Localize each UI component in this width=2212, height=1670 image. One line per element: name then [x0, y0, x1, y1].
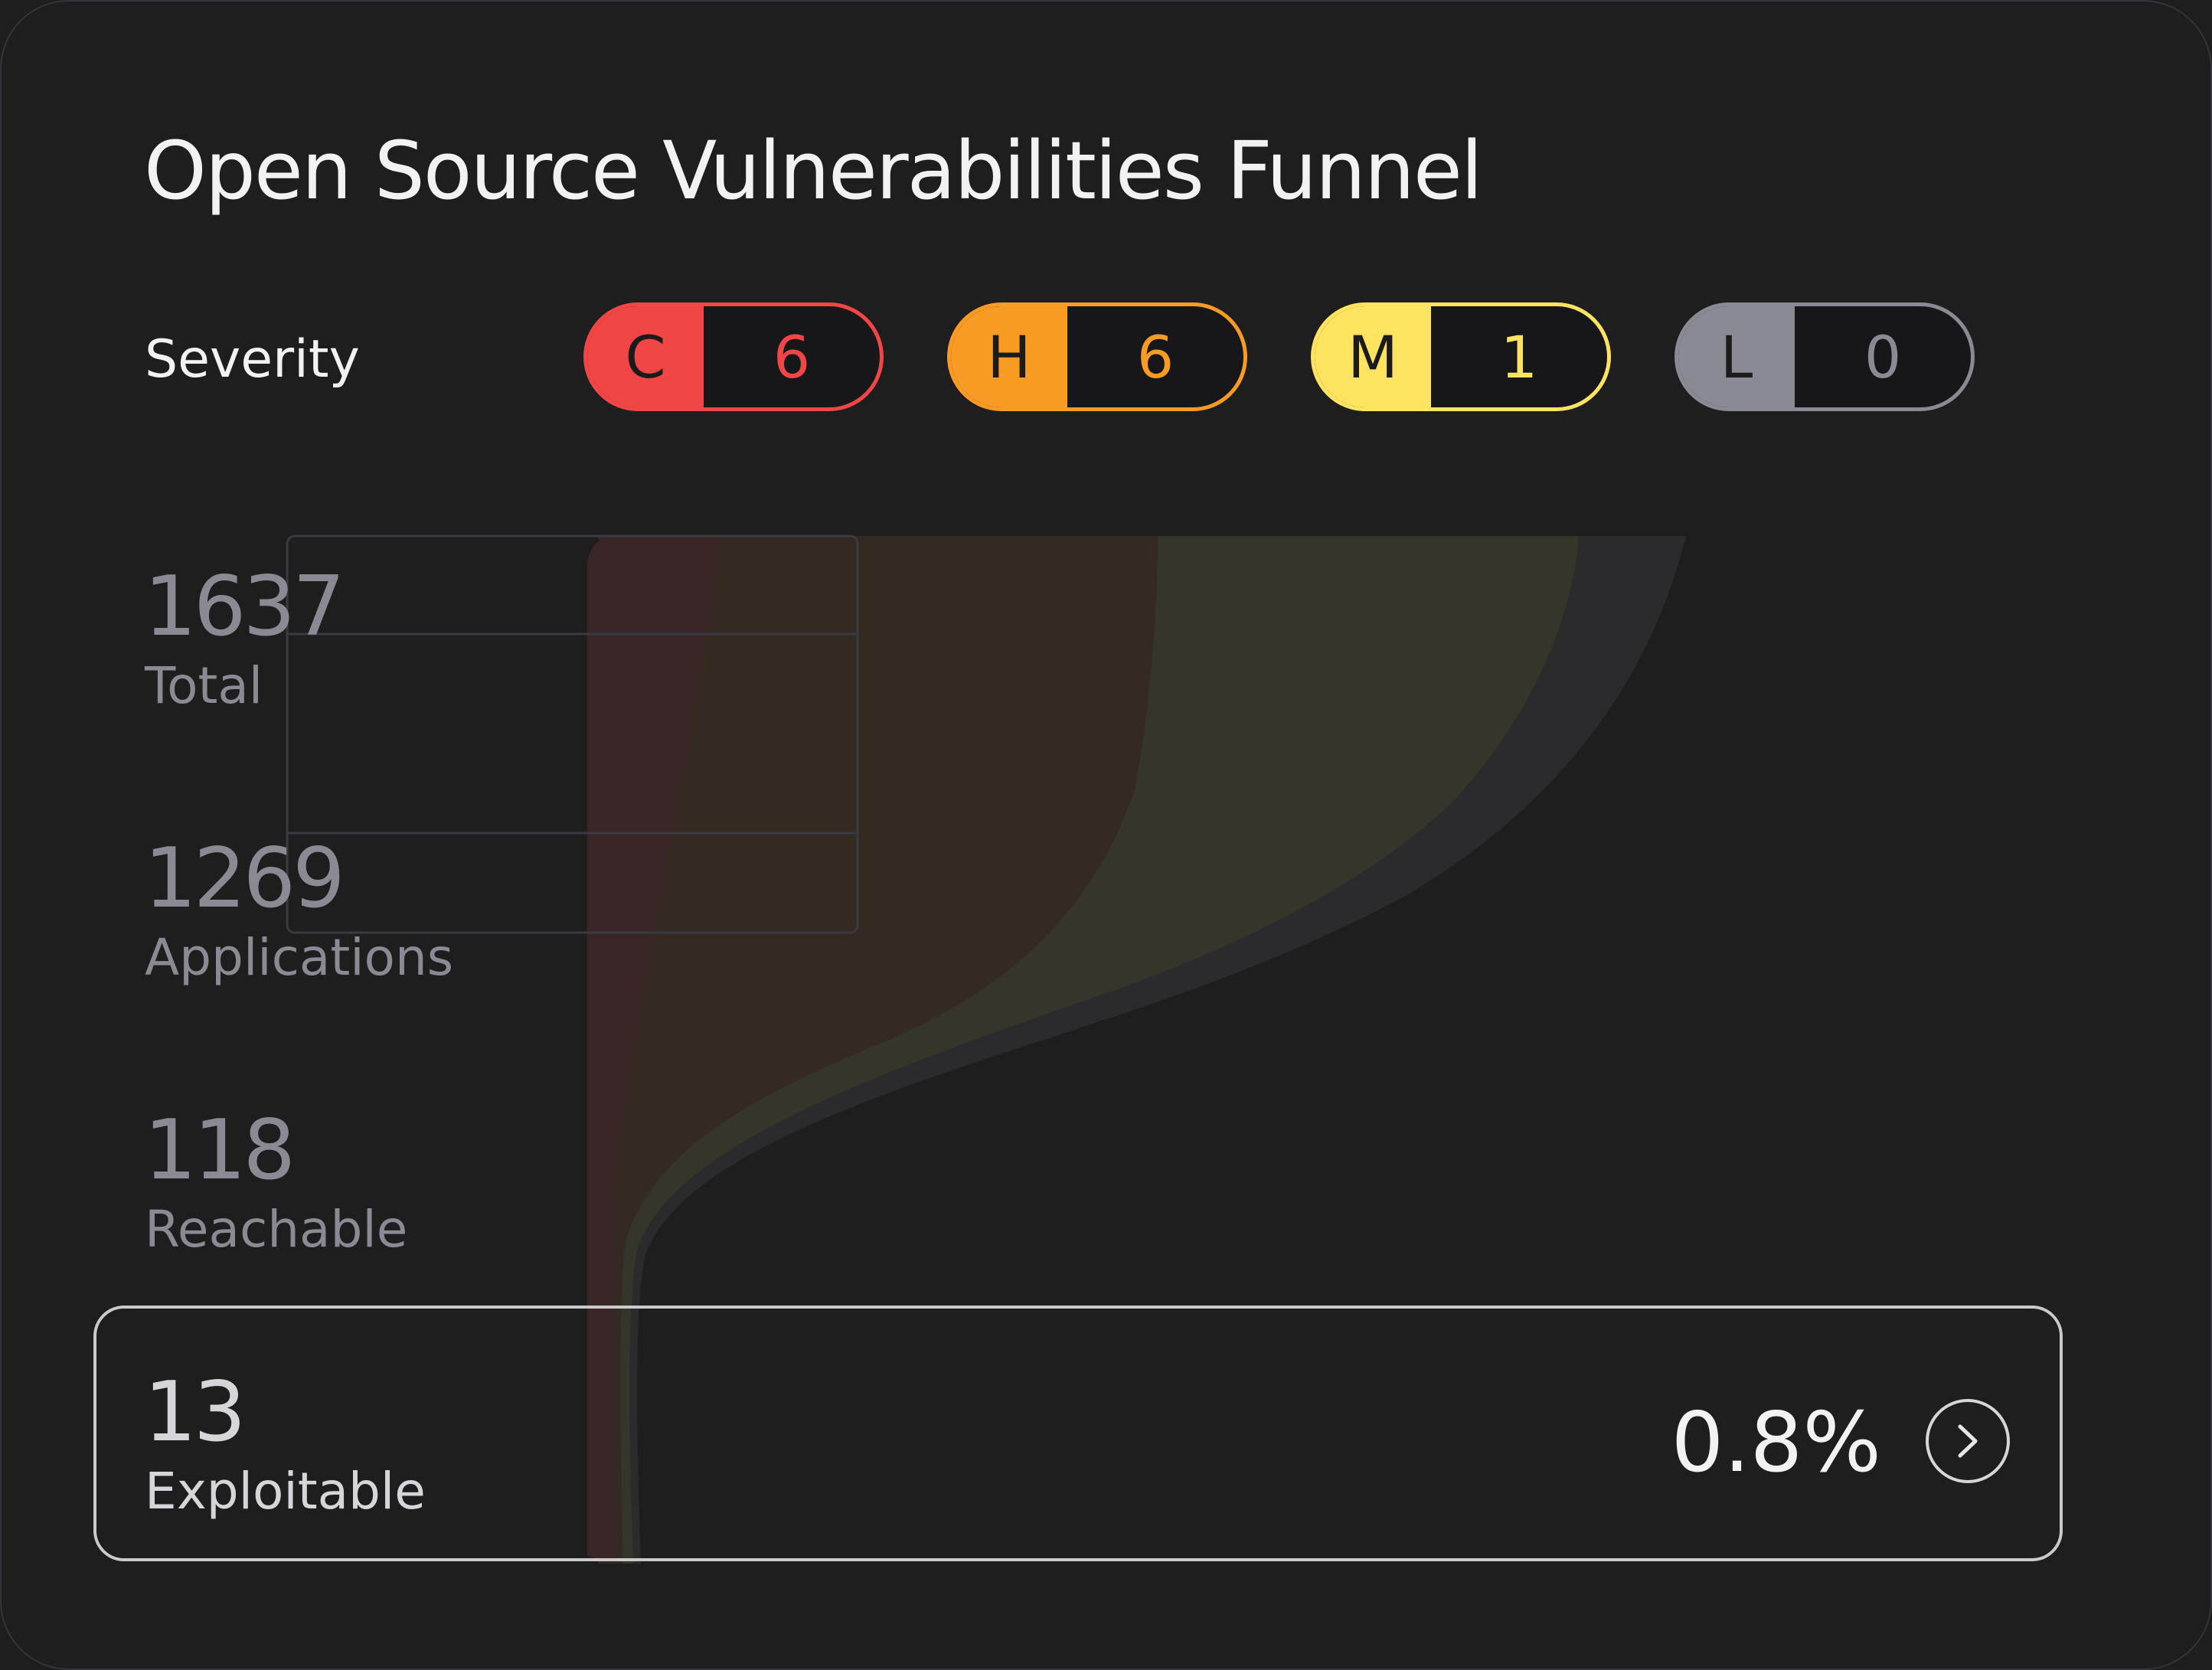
- stage-total-label: Total: [145, 656, 263, 715]
- exploitable-details-button[interactable]: [1926, 1399, 2010, 1483]
- card-title: Open Source Vulnerabilities Funnel: [144, 124, 1483, 217]
- severity-letter: C: [587, 306, 704, 407]
- funnel-card: Open Source Vulnerabilities Funnel Sever…: [0, 0, 2212, 1670]
- severity-label: Severity: [145, 329, 360, 390]
- severity-pill-critical[interactable]: C 6: [583, 302, 884, 411]
- stage-exploitable-label: Exploitable: [145, 1462, 426, 1521]
- severity-count: 1: [1500, 322, 1538, 391]
- stage-total-value: 1637: [144, 559, 345, 655]
- severity-letter: M: [1315, 306, 1431, 407]
- severity-pill-low[interactable]: L 0: [1675, 302, 1975, 411]
- severity-count: 6: [1136, 322, 1175, 391]
- chevron-right-icon: [1958, 1424, 1978, 1458]
- stage-applications-value: 1269: [144, 831, 345, 927]
- severity-pill-medium[interactable]: M 1: [1311, 302, 1611, 411]
- exploitable-percent: 0.8%: [1671, 1395, 1881, 1491]
- stage-applications-label: Applications: [145, 928, 454, 987]
- severity-letter: H: [951, 306, 1067, 407]
- severity-pill-high[interactable]: H 6: [947, 302, 1247, 411]
- stage-reachable-value: 118: [144, 1103, 296, 1198]
- stage-reachable-label: Reachable: [145, 1200, 408, 1259]
- stage-exploitable-value: 13: [144, 1364, 246, 1460]
- severity-count: 0: [1864, 322, 1902, 391]
- severity-letter: L: [1678, 306, 1795, 407]
- severity-count: 6: [773, 322, 811, 391]
